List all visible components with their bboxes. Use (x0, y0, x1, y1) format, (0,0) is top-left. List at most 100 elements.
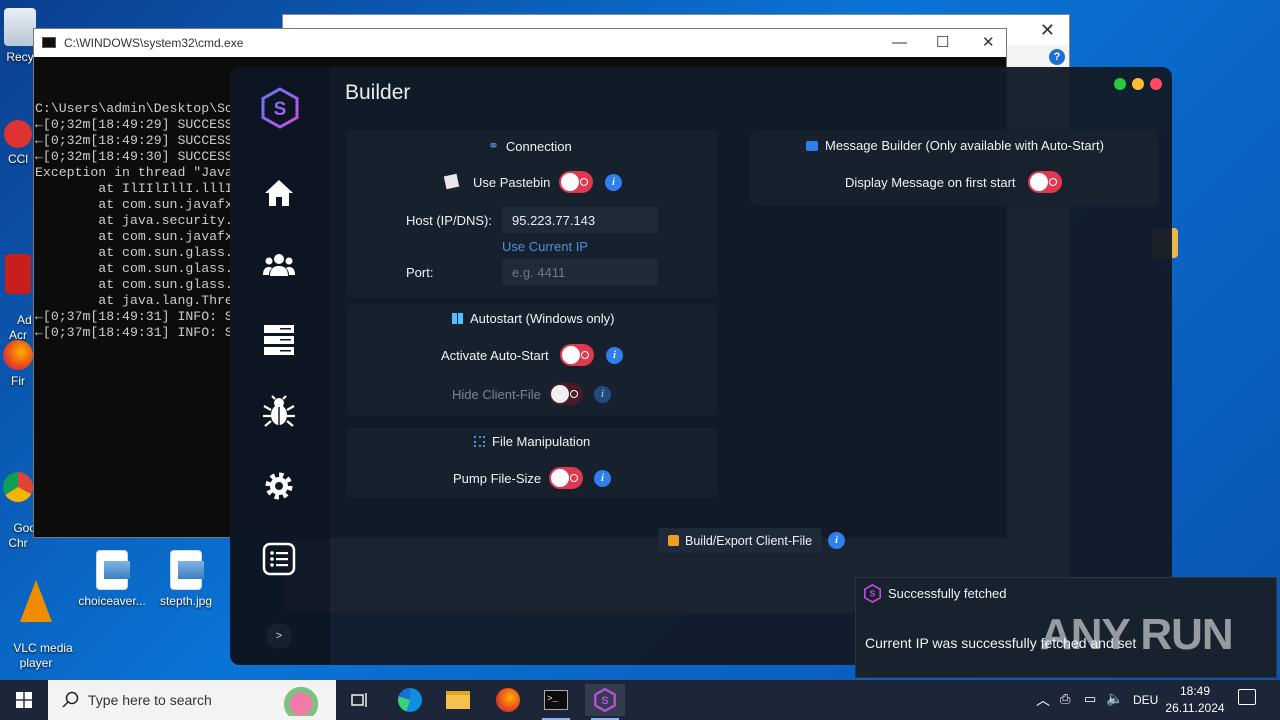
server-icon (264, 325, 294, 355)
cmd-titlebar: C:\WINDOWS\system32\cmd.exe — ☐ ✕ (34, 29, 1006, 57)
folder-icon (446, 691, 470, 709)
edge-icon (398, 688, 422, 712)
search-highlight-icon (268, 686, 328, 716)
port-label: Port: (406, 265, 434, 280)
desktop-icon-label: CCl (8, 152, 28, 166)
watermark-logo: ANY RUN (1040, 610, 1234, 659)
terminal-icon: >_ (544, 690, 568, 710)
window-close-button[interactable] (1150, 78, 1162, 90)
desktop-icon-label: choiceaver... (78, 594, 146, 608)
host-input[interactable] (502, 207, 658, 233)
pump-file-size-label: Pump File-Size (453, 471, 542, 486)
app-logo-icon: S (594, 688, 616, 712)
maximize-icon[interactable]: ☐ (936, 29, 949, 57)
tray-volume-icon[interactable]: 🔈 (1106, 690, 1123, 707)
hide-client-file-label: Hide Client-File (452, 387, 541, 402)
nav-clients[interactable] (261, 247, 297, 283)
pump-file-size-toggle[interactable] (549, 467, 583, 489)
window-minimize-button[interactable] (1132, 78, 1144, 90)
file-manipulation-title: File Manipulation (492, 434, 591, 449)
cmd-app-icon (42, 37, 56, 48)
file-grid-icon (474, 436, 485, 447)
recycle-bin-icon (4, 8, 36, 46)
use-current-ip-link[interactable]: Use Current IP (502, 239, 588, 254)
ccleaner-icon (4, 120, 32, 148)
display-message-toggle[interactable] (1028, 171, 1062, 193)
taskbar: Type here to search >_ S ︿ ⎙ ▭ 🔈 DEU 18:… (0, 680, 1280, 720)
sidebar: S > (230, 67, 330, 665)
tray-network-icon[interactable]: ▭ (1084, 691, 1096, 707)
taskbar-cmd[interactable]: >_ (536, 684, 576, 720)
desktop-icon-stepth[interactable]: stepth.jpg (150, 550, 222, 609)
autostart-section-title: Autostart (Windows only) (452, 311, 615, 326)
taskbar-clock[interactable]: 18:49 26.11.2024 (1160, 683, 1230, 717)
svg-text:S: S (601, 695, 608, 707)
activate-autostart-info-icon[interactable]: i (606, 347, 623, 364)
build-export-info-icon[interactable]: i (828, 532, 845, 549)
connection-section-title: ⚭ Connection (488, 138, 572, 154)
bug-icon (263, 395, 295, 427)
notification-center-icon[interactable] (1238, 689, 1256, 705)
app-logo-icon: S (261, 87, 299, 129)
clock-date: 26.11.2024 (1165, 701, 1225, 715)
search-placeholder: Type here to search (88, 692, 212, 708)
app-logo-icon: S (864, 584, 881, 603)
desktop-icon-label: Goo Chr (8, 521, 37, 550)
explorer-close-icon[interactable]: ✕ (1040, 20, 1055, 41)
close-icon[interactable]: ✕ (982, 29, 995, 57)
vlc-cone-icon (20, 580, 52, 622)
file-manipulation-section-title: File Manipulation (474, 434, 590, 449)
desktop-icon-label: stepth.jpg (159, 594, 213, 608)
pump-file-size-info-icon[interactable]: i (594, 470, 611, 487)
tray-chevron-up-icon[interactable]: ︿ (1036, 690, 1050, 710)
window-maximize-button[interactable] (1114, 78, 1126, 90)
desktop-icon-label: Fir (11, 374, 25, 388)
activate-autostart-toggle[interactable] (560, 344, 594, 366)
firefox-icon (3, 340, 33, 370)
image-file-icon (96, 550, 130, 590)
search-icon (62, 691, 79, 708)
desktop-icon-vlc[interactable]: VLC media player (0, 550, 73, 680)
start-button[interactable] (0, 680, 48, 720)
hide-client-file-info-icon[interactable]: i (594, 386, 611, 403)
connection-title: Connection (505, 138, 572, 154)
sidebar-expand-button[interactable]: > (266, 623, 292, 649)
task-view-icon (351, 693, 367, 707)
taskbar-search-box[interactable]: Type here to search (48, 680, 336, 720)
nav-settings[interactable] (261, 468, 297, 504)
nav-logs[interactable] (261, 541, 297, 577)
home-icon (265, 180, 293, 206)
build-export-label: Build/Export Client-File (685, 533, 813, 548)
tray-device-icon[interactable]: ⎙ (1060, 691, 1070, 707)
nav-debug[interactable] (261, 394, 297, 430)
explorer-help-icon[interactable]: ? (1049, 49, 1065, 65)
tray-language-indicator[interactable]: DEU (1133, 693, 1158, 707)
taskbar-file-explorer[interactable] (438, 684, 478, 716)
use-pastebin-toggle[interactable] (559, 171, 593, 193)
autostart-title: Autostart (Windows only) (470, 311, 615, 326)
nav-builder[interactable] (261, 322, 297, 358)
taskbar-builder-app[interactable]: S (585, 684, 625, 720)
pastebin-icon (443, 173, 460, 190)
taskbar-firefox[interactable] (488, 684, 528, 716)
hide-client-file-toggle[interactable] (549, 383, 583, 405)
toast-title: Successfully fetched (888, 586, 1007, 601)
minimize-icon[interactable]: — (892, 29, 907, 57)
use-pastebin-info-icon[interactable]: i (605, 174, 622, 191)
svg-text:S: S (274, 99, 287, 120)
task-view-button[interactable] (340, 684, 380, 716)
image-file-icon (170, 550, 204, 590)
host-label: Host (IP/DNS): (406, 213, 492, 228)
firefox-icon (496, 688, 520, 712)
nav-home[interactable] (261, 175, 297, 211)
port-input[interactable] (502, 259, 658, 285)
display-message-label: Display Message on first start (845, 175, 1016, 190)
build-export-button[interactable]: Build/Export Client-File (658, 528, 823, 553)
desktop-icon-choiceaver[interactable]: choiceaver... (76, 550, 148, 609)
message-builder-title: Message Builder (Only available with Aut… (825, 138, 1104, 153)
gear-icon (265, 472, 293, 500)
chrome-icon (3, 472, 33, 502)
taskbar-edge[interactable] (390, 684, 430, 716)
builder-app-window: S > Builder ⚭ Connection Use Pastebin i … (230, 67, 1172, 665)
list-icon (262, 542, 296, 576)
